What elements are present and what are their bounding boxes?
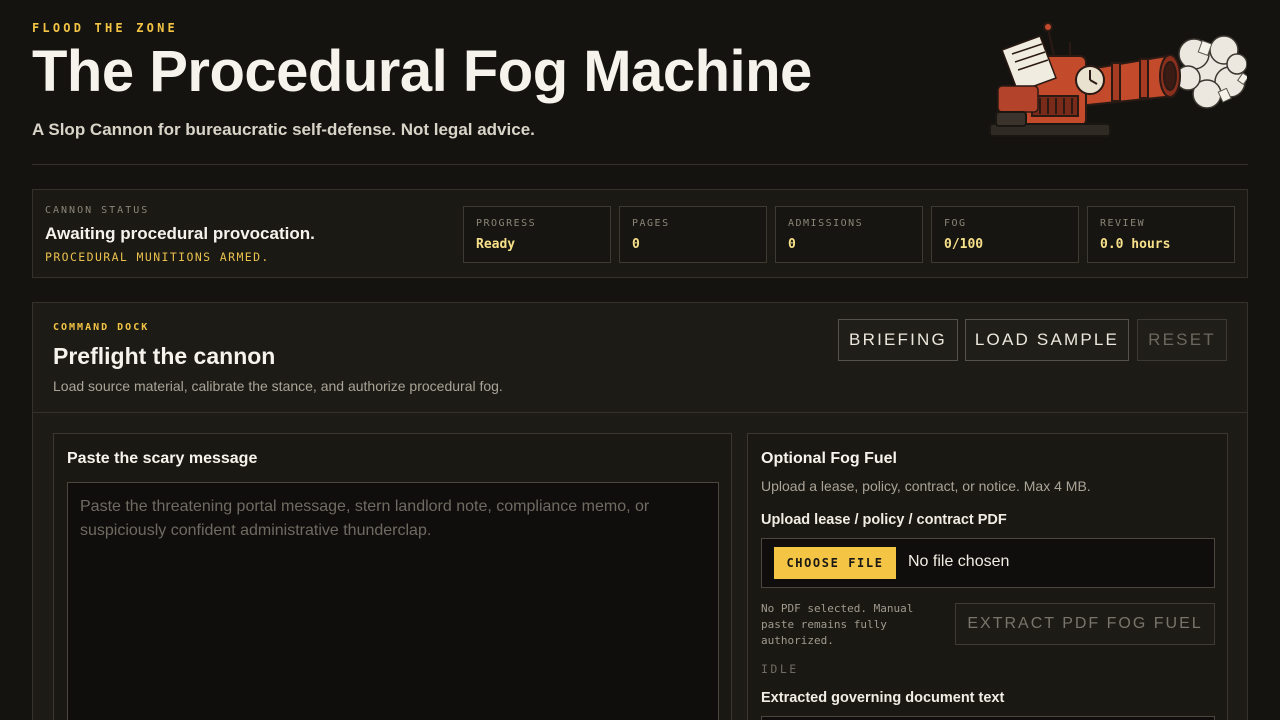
dock-title: Preflight the cannon (53, 343, 276, 369)
stat-value: 0.0 hours (1100, 237, 1171, 252)
choose-file-button[interactable]: CHOOSE FILE (774, 547, 896, 579)
pdf-note: No PDF selected. Manual paste remains fu… (761, 602, 914, 647)
page-header: FLOOD THE ZONE The Procedural Fog Machin… (32, 0, 1248, 165)
extracted-text-area[interactable] (761, 716, 1215, 720)
stat-value: 0 (632, 237, 640, 252)
upload-label: Upload lease / policy / contract PDF (761, 512, 1007, 528)
stat-key: FOG (944, 218, 967, 229)
stat-key: PROGRESS (476, 218, 537, 229)
message-textarea[interactable]: Paste the threatening portal message, st… (67, 482, 719, 720)
stat-key: ADMISSIONS (788, 218, 864, 229)
stat-pages: PAGES 0 (619, 206, 767, 263)
stat-key: REVIEW (1100, 218, 1146, 229)
status-message: Awaiting procedural provocation. (45, 224, 315, 243)
status-label: CANNON STATUS (45, 205, 150, 216)
stat-progress: PROGRESS Ready (463, 206, 611, 263)
message-card: Paste the scary message Paste the threat… (53, 433, 732, 720)
dock-header: COMMAND DOCK Preflight the cannon Load s… (33, 303, 1247, 413)
stat-value: 0/100 (944, 237, 984, 252)
status-sub: PROCEDURAL MUNITIONS ARMED. (45, 250, 270, 264)
dock-eyebrow: COMMAND DOCK (53, 322, 150, 333)
stat-value: 0 (788, 237, 796, 252)
load-sample-button[interactable]: LOAD SAMPLE (965, 319, 1129, 361)
dock-description: Load source material, calibrate the stan… (53, 378, 503, 394)
stat-value: Ready (476, 237, 516, 252)
fog-cannon-illustration (989, 22, 1247, 137)
stat-key: PAGES (632, 218, 670, 229)
reset-button[interactable]: RESET (1137, 319, 1227, 361)
stat-admissions: ADMISSIONS 0 (775, 206, 923, 263)
extracted-text-label: Extracted governing document text (761, 690, 1005, 706)
fog-fuel-card: Optional Fog Fuel Upload a lease, policy… (747, 433, 1228, 720)
file-status: No file chosen (908, 553, 1010, 570)
page-subtitle: A Slop Cannon for bureaucratic self-defe… (32, 120, 535, 139)
header-eyebrow: FLOOD THE ZONE (32, 21, 178, 35)
message-card-title: Paste the scary message (67, 450, 258, 467)
stat-fog: FOG 0/100 (931, 206, 1079, 263)
file-input[interactable]: CHOOSE FILE No file chosen (761, 538, 1215, 588)
command-dock: COMMAND DOCK Preflight the cannon Load s… (32, 302, 1248, 720)
cannon-status-panel: CANNON STATUS Awaiting procedural provoc… (32, 189, 1248, 278)
extract-pdf-button[interactable]: EXTRACT PDF FOG FUEL (955, 603, 1215, 645)
fog-fuel-description: Upload a lease, policy, contract, or not… (761, 478, 1091, 494)
extract-state: IDLE (761, 662, 799, 676)
page-title: The Procedural Fog Machine (32, 39, 812, 104)
briefing-button[interactable]: BRIEFING (838, 319, 958, 361)
stat-review: REVIEW 0.0 hours (1087, 206, 1235, 263)
fog-fuel-title: Optional Fog Fuel (761, 450, 897, 467)
